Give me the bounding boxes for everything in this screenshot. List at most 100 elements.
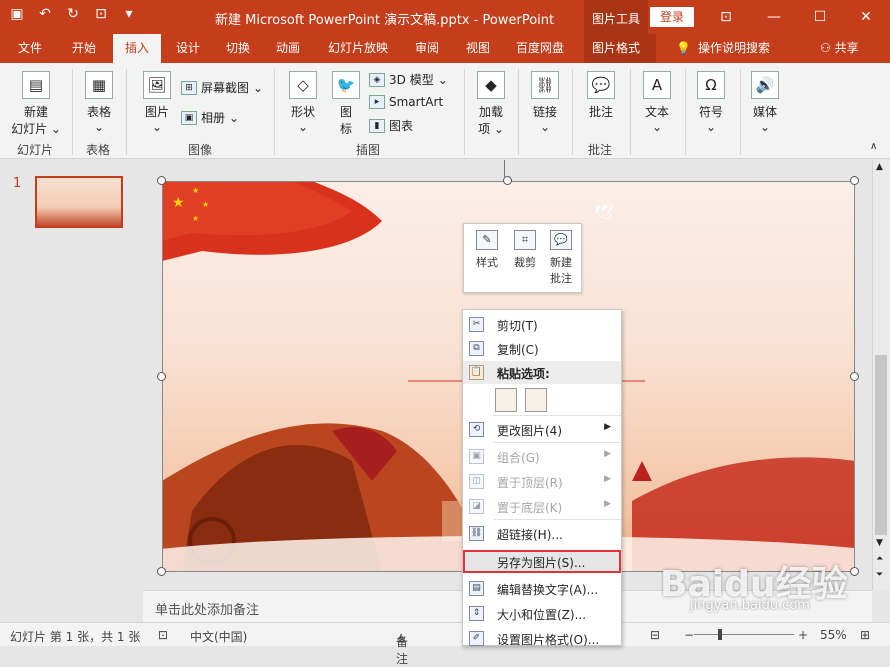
next-slide-icon[interactable]: ⏷ (876, 570, 883, 580)
zoom-slider-thumb[interactable] (718, 629, 722, 640)
menu-item-change-picture[interactable]: ⟲ 更改图片(4) ▶ (463, 418, 621, 441)
menu-item-group[interactable]: ▣ 组合(G) ▶ (463, 445, 621, 468)
tab-insert[interactable]: 插入 (113, 34, 161, 63)
resize-handle[interactable] (157, 567, 166, 576)
login-button[interactable]: 登录 (650, 7, 694, 27)
ribbon: ▤ 新建 幻灯片 ⌄ 幻灯片 ▦ 表格 ⌄ 表格 🖼 图片 ⌄ ⊞ 屏幕截图 ⌄ ▣… (0, 63, 890, 159)
menu-item-bring-to-front[interactable]: ◫ 置于顶层(R) ▶ (463, 470, 621, 493)
menu-item-send-to-back[interactable]: ◪ 置于底层(K) ▶ (463, 495, 621, 518)
style-button[interactable]: ✎ 样式 (470, 230, 504, 270)
resize-handle[interactable] (157, 372, 166, 381)
menu-item-save-as-picture[interactable]: 另存为图片(S)... (463, 550, 621, 573)
submenu-arrow-icon: ▶ (604, 499, 611, 509)
fit-slide-icon[interactable]: ⊞ (860, 628, 870, 642)
share-button[interactable]: ⚇ 共享 (812, 34, 867, 63)
redo-icon[interactable]: ↻ (64, 6, 82, 22)
crop-button[interactable]: ⌗ 裁剪 (508, 230, 542, 270)
group-label-illustrations: 插图 (356, 143, 381, 157)
menu-item-edit-alt-text[interactable]: ▤ 编辑替换文字(A)... (463, 577, 621, 600)
scrollbar-thumb[interactable] (875, 355, 887, 535)
resize-handle[interactable] (157, 176, 166, 185)
customize-icon[interactable]: ▾ (120, 6, 138, 22)
resize-handle[interactable] (850, 176, 859, 185)
present-icon[interactable]: ⊡ (92, 6, 110, 22)
tab-view[interactable]: 视图 (458, 34, 498, 63)
scroll-down-icon[interactable]: ▼ (876, 538, 883, 548)
prev-slide-icon[interactable]: ⏶ (876, 554, 883, 564)
minimize-icon[interactable]: — (764, 7, 784, 27)
comment-button[interactable]: 💬 批注 (582, 71, 620, 120)
new-slide-icon: ▤ (22, 71, 50, 99)
close-icon[interactable]: ✕ (856, 7, 876, 27)
tab-baidu-netdisk[interactable]: 百度网盘 (508, 34, 572, 63)
tab-picture-format[interactable]: 图片格式 (584, 34, 656, 63)
scroll-up-icon[interactable]: ▲ (876, 162, 883, 172)
menu-item-hyperlink[interactable]: ⛓ 超链接(H)... (463, 522, 621, 545)
slide-number: 1 (13, 176, 22, 191)
3d-model-button[interactable]: ◈ 3D 模型 ⌄ (369, 71, 448, 88)
svg-text:★: ★ (172, 195, 185, 211)
send-back-icon: ◪ (469, 499, 484, 514)
reading-view-icon[interactable]: ⊟ (650, 628, 660, 642)
slide-thumbnail[interactable] (35, 176, 123, 228)
menu-item-copy[interactable]: ⧉ 复制(C) (463, 337, 621, 360)
svg-text:🕊: 🕊 (594, 202, 614, 221)
rotate-handle[interactable] (503, 176, 512, 185)
group-label-tables: 表格 (86, 143, 111, 157)
chart-button[interactable]: ▮ 图表 (369, 117, 413, 134)
change-picture-icon: ⟲ (469, 422, 484, 437)
ribbon-display-icon[interactable]: ⊡ (716, 7, 736, 27)
text-button[interactable]: A 文本 ⌄ (638, 71, 676, 134)
zoom-out-icon[interactable]: − (684, 628, 694, 642)
speaker-icon: 🔊 (751, 71, 779, 99)
tab-animations[interactable]: 动画 (268, 34, 308, 63)
media-button[interactable]: 🔊 媒体 ⌄ (746, 71, 784, 134)
shape-button[interactable]: ◇ 形状 ⌄ (284, 71, 322, 134)
resize-handle[interactable] (850, 567, 859, 576)
collapse-ribbon-icon[interactable]: ∧ (870, 141, 877, 152)
menu-item-format-picture[interactable]: ✐ 设置图片格式(O)... (463, 627, 621, 650)
paste-picture-icon[interactable] (525, 388, 547, 412)
smartart-button[interactable]: ▸ SmartArt (369, 95, 443, 109)
tab-design[interactable]: 设计 (168, 34, 208, 63)
screenshot-button[interactable]: ⊞ 屏幕截图 ⌄ (181, 79, 263, 96)
tab-file[interactable]: 文件 (10, 34, 50, 63)
submenu-arrow-icon: ▶ (604, 474, 611, 484)
language-indicator[interactable]: 中文(中国) (190, 628, 247, 645)
paste-keep-format-icon[interactable] (495, 388, 517, 412)
picture-button[interactable]: 🖼 图片 ⌄ (138, 71, 176, 134)
resize-handle[interactable] (850, 372, 859, 381)
tab-review[interactable]: 审阅 (407, 34, 447, 63)
icons-button[interactable]: 🐦 图 标 (330, 71, 362, 137)
addin-icon: ◆ (477, 71, 505, 99)
comment-icon: 💬 (587, 71, 615, 99)
spellcheck-icon[interactable]: ⊡ (158, 628, 168, 642)
maximize-icon[interactable]: ☐ (810, 7, 830, 27)
album-button[interactable]: ▣ 相册 ⌄ (181, 109, 239, 126)
addin-button[interactable]: ◆ 加载 项 ⌄ (472, 71, 510, 137)
tab-transitions[interactable]: 切换 (218, 34, 258, 63)
menu-item-size-position[interactable]: ⇕ 大小和位置(Z)... (463, 602, 621, 625)
new-slide-button[interactable]: ▤ 新建 幻灯片 ⌄ (8, 71, 64, 137)
omega-icon: Ω (697, 71, 725, 99)
menu-item-cut[interactable]: ✂ 剪切(T) (463, 313, 621, 336)
new-comment-button[interactable]: 💬 新建 批注 (544, 230, 578, 286)
zoom-in-icon[interactable]: + (798, 628, 808, 642)
group-separator (630, 69, 631, 155)
tab-slideshow[interactable]: 幻灯片放映 (320, 34, 396, 63)
format-picture-icon: ✐ (469, 631, 484, 646)
zoom-slider[interactable] (694, 634, 794, 635)
tell-me-search[interactable]: 操作说明搜索 (690, 34, 778, 63)
link-icon: ⛓ (469, 526, 484, 541)
link-button[interactable]: ⛓ 链接 ⌄ (526, 71, 564, 134)
undo-icon[interactable]: ↶ (36, 6, 54, 22)
zoom-level[interactable]: 55% (820, 628, 847, 642)
save-icon[interactable]: ▣ (8, 6, 26, 22)
group-separator (740, 69, 741, 155)
text-icon: A (643, 71, 671, 99)
tab-home[interactable]: 开始 (64, 34, 104, 63)
table-button[interactable]: ▦ 表格 ⌄ (80, 71, 118, 134)
symbol-button[interactable]: Ω 符号 ⌄ (692, 71, 730, 134)
crop-icon: ⌗ (514, 230, 536, 250)
link-icon: ⛓ (531, 71, 559, 99)
